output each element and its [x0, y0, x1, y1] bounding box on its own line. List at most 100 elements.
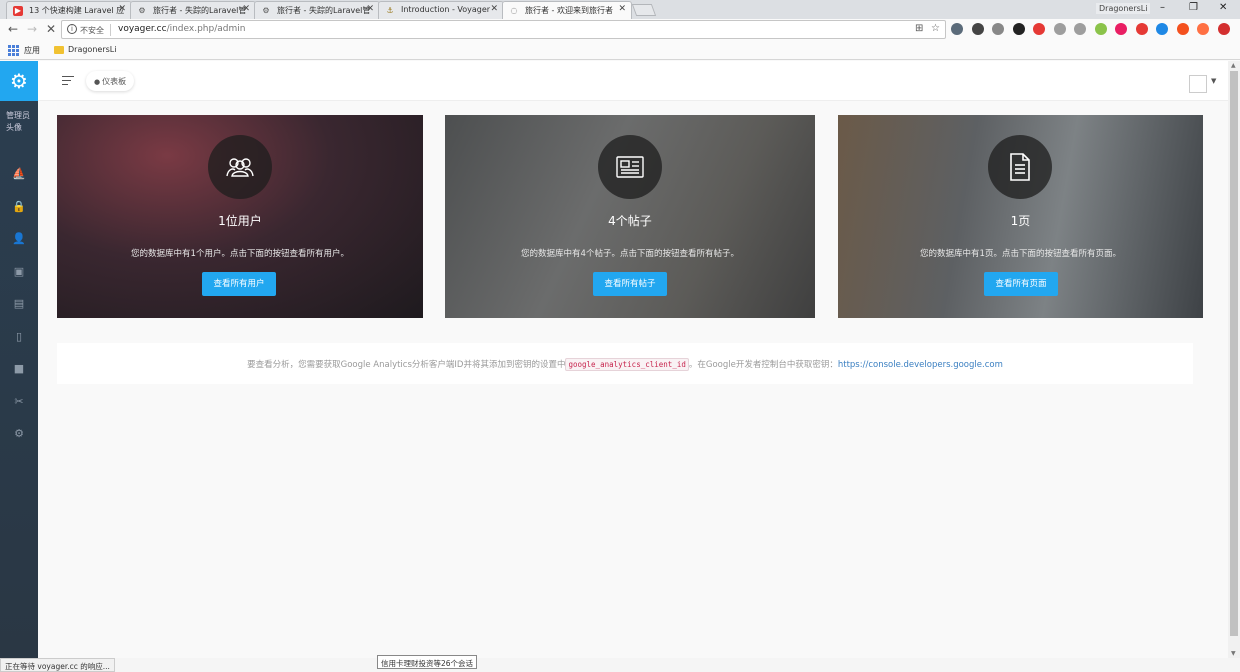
page-content: ⚙ 管理员头像 ⛵ 🔒 👤 ▣ ▤ ▯ ■ ✂ ⚙ ● 仪表板 ▼ 1位用户 您的数据库中有1个用…	[0, 61, 1240, 658]
url-path: /index.php/admin	[166, 24, 246, 34]
forward-button[interactable]: →	[27, 22, 37, 36]
browser-tab-4[interactable]: ⚓ Introduction - Voyager ✕	[378, 1, 504, 19]
folder-icon	[54, 46, 64, 54]
menu-toggle-icon[interactable]	[62, 76, 74, 86]
analytics-text-after: 。在Google开发者控制台中获取密钥：	[688, 360, 838, 370]
extension-icon[interactable]	[1217, 23, 1230, 35]
extension-icon[interactable]	[1094, 23, 1107, 35]
bookmark-apps[interactable]: 应用	[24, 45, 40, 56]
back-button[interactable]: ←	[8, 22, 18, 36]
tab-title: 旅行者 - 欢迎来到旅行者	[525, 6, 613, 15]
card-title: 4个帖子	[608, 214, 652, 228]
file-text-icon	[988, 135, 1052, 199]
card-title: 1页	[1010, 214, 1031, 228]
extension-icon[interactable]	[1176, 23, 1189, 35]
caret-down-icon[interactable]: ▼	[1211, 77, 1216, 85]
address-bar[interactable]: i 不安全 voyager.cc/index.php/admin ⊞ ☆	[61, 20, 946, 39]
card-title: 1位用户	[218, 214, 262, 228]
posts-card: 4个帖子 您的数据库中有4个帖子。点击下面的按钮查看所有帖子。 查看所有帖子	[445, 115, 815, 318]
extension-icon[interactable]	[1197, 23, 1209, 35]
breadcrumb[interactable]: ● 仪表板	[86, 71, 135, 91]
user-icon[interactable]: 👤	[0, 229, 38, 249]
view-all-pages-button[interactable]: 查看所有页面	[984, 272, 1058, 296]
scrollbar[interactable]: ▲ ▼	[1228, 61, 1240, 658]
star-icon[interactable]: ☆	[931, 23, 940, 34]
users-card: 1位用户 您的数据库中有1个用户。点击下面的按钮查看所有用户。 查看所有用户	[57, 115, 423, 318]
tooltip: 信用卡理财投资等26个会话	[377, 655, 478, 669]
extension-icon[interactable]	[971, 23, 984, 35]
settings-icon[interactable]: ⚙	[0, 424, 38, 444]
close-icon[interactable]: ✕	[366, 4, 374, 14]
minimize-button[interactable]: –	[1160, 2, 1165, 13]
tab-title: 13 个快速构建 Laravel 应	[29, 6, 125, 15]
close-icon[interactable]: ✕	[618, 4, 626, 14]
gear-icon: ⚙	[138, 6, 146, 15]
close-icon[interactable]: ✕	[118, 4, 126, 14]
restore-button[interactable]: ❐	[1189, 2, 1198, 13]
browser-tab-5[interactable]: ◌ 旅行者 - 欢迎来到旅行者 ✕	[502, 1, 632, 19]
info-icon[interactable]: i	[67, 24, 77, 34]
scrollbar-thumb[interactable]	[1230, 71, 1238, 636]
loading-icon: ◌	[510, 6, 518, 15]
breadcrumb-label: 仪表板	[102, 77, 127, 86]
tab-title: 旅行者 - 失踪的Laravel管	[277, 6, 371, 15]
scroll-up-icon[interactable]: ▲	[1231, 62, 1236, 69]
developer-console-link[interactable]: https://console.developers.google.com	[838, 360, 1003, 370]
divider	[110, 24, 111, 36]
extension-icon[interactable]	[1074, 23, 1086, 35]
stop-button[interactable]: ✕	[46, 22, 56, 36]
browser-tab-strip: ▶ 13 个快速构建 Laravel 应 ✕ ⚙ 旅行者 - 失踪的Larave…	[0, 0, 1240, 19]
profile-name[interactable]: DragonersLi	[1096, 3, 1151, 14]
image-icon[interactable]: ▣	[0, 262, 38, 282]
bookmarks-bar: 应用 DragonersLi	[0, 41, 1240, 60]
translate-icon[interactable]: ⊞	[915, 23, 923, 34]
avatar[interactable]: 管理员头像	[6, 110, 34, 152]
youtube-icon: ▶	[13, 6, 23, 16]
top-navbar: ● 仪表板 ▼	[38, 61, 1228, 101]
boat-icon[interactable]: ⛵	[0, 164, 38, 184]
document-icon[interactable]: ▯	[0, 327, 38, 347]
card-description: 您的数据库中有1个用户。点击下面的按钮查看所有用户。	[131, 249, 349, 259]
folder-icon[interactable]: ■	[0, 359, 38, 379]
apps-icon[interactable]	[8, 45, 19, 56]
close-window-button[interactable]: ✕	[1219, 2, 1227, 13]
gear-icon[interactable]: ⚙	[0, 61, 38, 101]
url-text[interactable]: voyager.cc/index.php/admin	[118, 24, 245, 34]
browser-tab-1[interactable]: ▶ 13 个快速构建 Laravel 应 ✕	[6, 1, 132, 19]
sidebar: ⚙ 管理员头像 ⛵ 🔒 👤 ▣ ▤ ▯ ■ ✂ ⚙	[0, 61, 38, 658]
extension-icon[interactable]	[1012, 23, 1025, 35]
extension-icon[interactable]	[1156, 23, 1168, 35]
user-avatar[interactable]	[1189, 75, 1207, 93]
security-label: 不安全	[80, 26, 104, 35]
newspaper-icon	[598, 135, 662, 199]
browser-toolbar: ← → ✕ i 不安全 voyager.cc/index.php/admin ⊞…	[0, 19, 1240, 41]
browser-tab-2[interactable]: ⚙ 旅行者 - 失踪的Laravel管 ✕	[130, 1, 256, 19]
extension-icon[interactable]	[992, 23, 1004, 35]
new-tab-button[interactable]	[631, 4, 657, 16]
ship-icon: ⚓	[386, 6, 394, 15]
close-icon[interactable]: ✕	[490, 4, 498, 14]
boat-icon: ●	[94, 78, 101, 86]
extension-icon[interactable]	[1115, 23, 1127, 35]
scroll-down-icon[interactable]: ▼	[1231, 650, 1236, 657]
extension-icon[interactable]	[1033, 23, 1045, 35]
extension-icon[interactable]	[951, 23, 963, 35]
gear-icon: ⚙	[262, 6, 270, 15]
browser-tab-3[interactable]: ⚙ 旅行者 - 失踪的Laravel管 ✕	[254, 1, 380, 19]
extension-icon[interactable]	[1053, 23, 1066, 35]
close-icon[interactable]: ✕	[242, 4, 250, 14]
tab-title: 旅行者 - 失踪的Laravel管	[153, 6, 247, 15]
card-description: 您的数据库中有1页。点击下面的按钮查看所有页面。	[920, 249, 1121, 259]
view-all-users-button[interactable]: 查看所有用户	[202, 272, 276, 296]
users-icon	[208, 135, 272, 199]
tab-title: Introduction - Voyager	[401, 5, 491, 14]
analytics-code: google_analytics_client_id	[565, 358, 689, 371]
extension-icon[interactable]	[1135, 23, 1148, 35]
analytics-text: 要查看分析，您需要获取Google Analytics分析客户端ID并将其添加到…	[247, 360, 566, 370]
bookmark-folder[interactable]: DragonersLi	[68, 45, 116, 54]
tools-icon[interactable]: ✂	[0, 392, 38, 412]
lock-icon[interactable]: 🔒	[0, 197, 38, 217]
analytics-notice: 要查看分析，您需要获取Google Analytics分析客户端ID并将其添加到…	[57, 343, 1193, 384]
view-all-posts-button[interactable]: 查看所有帖子	[593, 272, 667, 296]
news-icon[interactable]: ▤	[0, 294, 38, 314]
